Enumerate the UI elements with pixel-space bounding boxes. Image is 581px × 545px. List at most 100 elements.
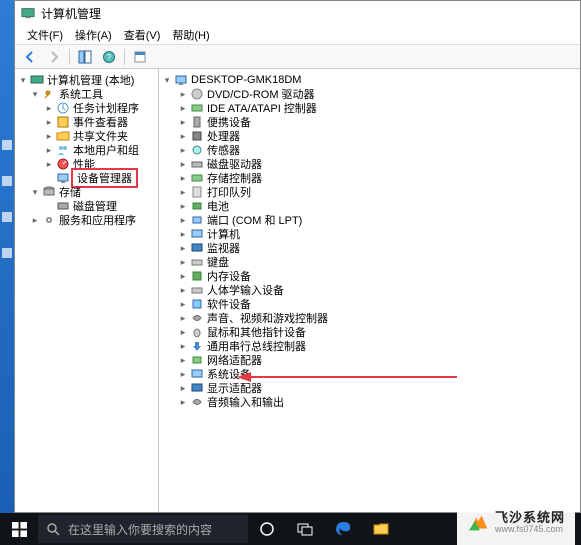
expander-icon[interactable]: ▸ bbox=[43, 158, 55, 170]
toolbar-separator bbox=[124, 49, 125, 65]
device-category-icon bbox=[189, 394, 205, 410]
expander-icon[interactable]: ▸ bbox=[29, 214, 41, 226]
tree-label: DESKTOP-GMK18DM bbox=[189, 74, 301, 86]
expander-icon[interactable]: ▸ bbox=[177, 186, 189, 198]
expander-icon[interactable]: ▸ bbox=[177, 326, 189, 338]
device-category-item[interactable]: ▸网络适配器 bbox=[159, 353, 580, 367]
expander-icon[interactable]: ▸ bbox=[177, 130, 189, 142]
titlebar[interactable]: 计算机管理 bbox=[15, 1, 580, 25]
device-category-item[interactable]: ▸内存设备 bbox=[159, 269, 580, 283]
device-category-item[interactable]: ▸人体学输入设备 bbox=[159, 283, 580, 297]
tree-system-tools[interactable]: ▾ 系统工具 bbox=[15, 87, 158, 101]
properties-button[interactable] bbox=[129, 47, 151, 67]
expander-icon[interactable]: ▸ bbox=[177, 256, 189, 268]
device-category-item[interactable]: ▸存储控制器 bbox=[159, 171, 580, 185]
device-category-item[interactable]: ▸软件设备 bbox=[159, 297, 580, 311]
expander-icon[interactable]: ▸ bbox=[177, 200, 189, 212]
tree-disk-mgmt[interactable]: 磁盘管理 bbox=[15, 199, 158, 213]
expander-icon[interactable]: ▸ bbox=[177, 312, 189, 324]
expander-spacer bbox=[43, 172, 55, 184]
device-category-item[interactable]: ▸DVD/CD-ROM 驱动器 bbox=[159, 87, 580, 101]
device-category-item[interactable]: ▸处理器 bbox=[159, 129, 580, 143]
show-hide-tree-button[interactable] bbox=[74, 47, 96, 67]
expander-icon[interactable]: ▸ bbox=[177, 396, 189, 408]
device-category-item[interactable]: ▸端口 (COM 和 LPT) bbox=[159, 213, 580, 227]
device-category-item[interactable]: ▸传感器 bbox=[159, 143, 580, 157]
expander-icon[interactable]: ▸ bbox=[177, 214, 189, 226]
expander-icon[interactable]: ▸ bbox=[177, 354, 189, 366]
tree-device-manager[interactable]: 设备管理器 bbox=[15, 171, 158, 185]
tree-local-users[interactable]: ▸ 本地用户和组 bbox=[15, 143, 158, 157]
menu-help[interactable]: 帮助(H) bbox=[166, 25, 215, 45]
expander-icon[interactable]: ▸ bbox=[177, 284, 189, 296]
device-category-item[interactable]: ▸声音、视频和游戏控制器 bbox=[159, 311, 580, 325]
watermark-logo-icon bbox=[467, 512, 489, 534]
tree-services-apps[interactable]: ▸ 服务和应用程序 bbox=[15, 213, 158, 227]
search-icon bbox=[46, 522, 60, 536]
device-category-item[interactable]: ▸音频输入和输出 bbox=[159, 395, 580, 409]
tree-root-local[interactable]: ▾ 计算机管理 (本地) bbox=[15, 73, 158, 87]
start-button[interactable] bbox=[0, 513, 38, 545]
device-category-item[interactable]: ▸打印队列 bbox=[159, 185, 580, 199]
watermark: 飞沙系统网 www.fs0745.com bbox=[457, 501, 575, 545]
device-category-item[interactable]: ▸通用串行总线控制器 bbox=[159, 339, 580, 353]
tree-label: 服务和应用程序 bbox=[57, 212, 136, 228]
expander-icon[interactable]: ▸ bbox=[177, 144, 189, 156]
forward-button[interactable] bbox=[43, 47, 65, 67]
desktop-icons-partial bbox=[2, 140, 12, 258]
device-category-item[interactable]: ▸系统设备 bbox=[159, 367, 580, 381]
taskbar-search[interactable]: 在这里输入你要搜索的内容 bbox=[38, 515, 248, 543]
expander-icon[interactable]: ▸ bbox=[43, 144, 55, 156]
app-icon bbox=[21, 6, 35, 20]
expander-icon[interactable]: ▸ bbox=[43, 130, 55, 142]
expander-icon[interactable]: ▸ bbox=[177, 228, 189, 240]
device-category-item[interactable]: ▸键盘 bbox=[159, 255, 580, 269]
task-view-button[interactable] bbox=[286, 513, 324, 545]
expander-icon[interactable]: ▸ bbox=[177, 270, 189, 282]
expander-icon[interactable]: ▸ bbox=[177, 88, 189, 100]
back-button[interactable] bbox=[19, 47, 41, 67]
right-tree-pane[interactable]: ▾ DESKTOP-GMK18DM ▸DVD/CD-ROM 驱动器▸IDE AT… bbox=[159, 69, 580, 512]
expander-icon[interactable]: ▸ bbox=[177, 382, 189, 394]
expander-icon[interactable]: ▸ bbox=[177, 298, 189, 310]
expander-icon[interactable]: ▸ bbox=[177, 158, 189, 170]
expander-icon[interactable]: ▸ bbox=[177, 172, 189, 184]
menu-view[interactable]: 查看(V) bbox=[118, 25, 167, 45]
expander-icon[interactable]: ▸ bbox=[43, 102, 55, 114]
watermark-url: www.fs0745.com bbox=[495, 525, 565, 535]
device-category-item[interactable]: ▸计算机 bbox=[159, 227, 580, 241]
device-category-item[interactable]: ▸电池 bbox=[159, 199, 580, 213]
expander-icon[interactable]: ▾ bbox=[161, 74, 173, 86]
expander-icon[interactable]: ▾ bbox=[29, 88, 41, 100]
expander-icon[interactable]: ▸ bbox=[177, 116, 189, 128]
cortana-button[interactable] bbox=[248, 513, 286, 545]
expander-icon[interactable]: ▸ bbox=[177, 242, 189, 254]
tree-event-viewer[interactable]: ▸ 事件查看器 bbox=[15, 115, 158, 129]
device-tree-root[interactable]: ▾ DESKTOP-GMK18DM bbox=[159, 73, 580, 87]
left-tree-pane[interactable]: ▾ 计算机管理 (本地) ▾ 系统工具 ▸ 任务计划程序 ▸ 事件查看器 ▸ bbox=[15, 69, 159, 512]
expander-icon[interactable]: ▾ bbox=[29, 186, 41, 198]
menu-file[interactable]: 文件(F) bbox=[21, 25, 69, 45]
explorer-button[interactable] bbox=[362, 513, 400, 545]
device-category-item[interactable]: ▸鼠标和其他指针设备 bbox=[159, 325, 580, 339]
device-category-item[interactable]: ▸IDE ATA/ATAPI 控制器 bbox=[159, 101, 580, 115]
expander-icon[interactable]: ▸ bbox=[43, 116, 55, 128]
edge-button[interactable] bbox=[324, 513, 362, 545]
tree-shared-folders[interactable]: ▸ 共享文件夹 bbox=[15, 129, 158, 143]
expander-icon[interactable]: ▸ bbox=[177, 102, 189, 114]
help-button[interactable]: ? bbox=[98, 47, 120, 67]
windows-logo-icon bbox=[12, 522, 27, 537]
device-category-item[interactable]: ▸显示适配器 bbox=[159, 381, 580, 395]
tree-task-scheduler[interactable]: ▸ 任务计划程序 bbox=[15, 101, 158, 115]
expander-icon[interactable]: ▾ bbox=[17, 74, 29, 86]
expander-icon[interactable]: ▸ bbox=[177, 340, 189, 352]
device-category-item[interactable]: ▸磁盘驱动器 bbox=[159, 157, 580, 171]
window-title: 计算机管理 bbox=[41, 5, 101, 22]
menubar: 文件(F) 操作(A) 查看(V) 帮助(H) bbox=[15, 25, 580, 45]
menu-action[interactable]: 操作(A) bbox=[69, 25, 118, 45]
expander-icon[interactable]: ▸ bbox=[177, 368, 189, 380]
device-category-item[interactable]: ▸便携设备 bbox=[159, 115, 580, 129]
gear-icon bbox=[41, 212, 57, 228]
toolbar-separator bbox=[69, 49, 70, 65]
device-category-item[interactable]: ▸监视器 bbox=[159, 241, 580, 255]
